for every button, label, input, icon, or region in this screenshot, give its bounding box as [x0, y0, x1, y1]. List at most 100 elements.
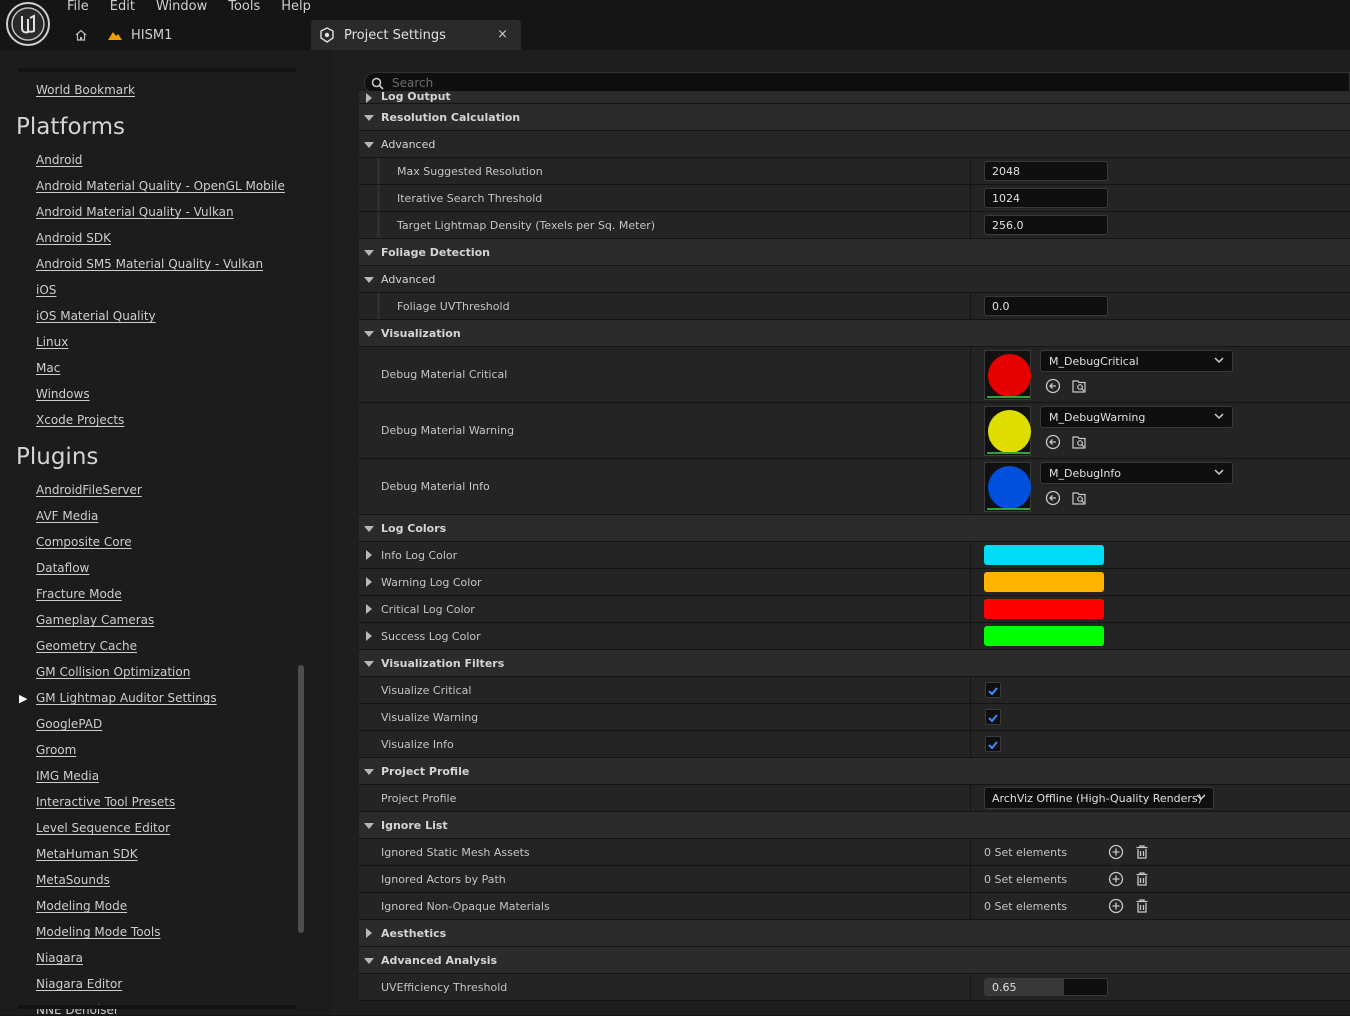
sidebar-item-niagara[interactable]: Niagara: [36, 951, 83, 965]
color-swatch[interactable]: [984, 572, 1104, 592]
foliage-uv-threshold-input[interactable]: 0.0: [984, 296, 1108, 316]
category-project-profile[interactable]: Project Profile: [359, 758, 1350, 785]
sidebar-item-metahuman-sdk[interactable]: MetaHuman SDK: [36, 847, 138, 861]
material-thumbnail[interactable]: [984, 462, 1031, 512]
sidebar-item-gm-collision[interactable]: GM Collision Optimization: [36, 665, 190, 679]
category-ignore-list[interactable]: Ignore List: [359, 812, 1350, 839]
column-splitter[interactable]: [970, 293, 971, 319]
color-swatch[interactable]: [984, 599, 1104, 619]
material-thumbnail[interactable]: [984, 350, 1031, 400]
color-swatch[interactable]: [984, 545, 1104, 565]
material-picker-dropdown[interactable]: M_DebugCritical: [1040, 350, 1233, 372]
unreal-logo-icon[interactable]: [6, 2, 50, 46]
category-visualization-filters[interactable]: Visualization Filters: [359, 650, 1350, 677]
sidebar-item-interactive-tool-presets[interactable]: Interactive Tool Presets: [36, 795, 175, 809]
category-log-colors[interactable]: Log Colors: [359, 515, 1350, 542]
expand-arrow-icon[interactable]: [366, 577, 372, 587]
menu-edit[interactable]: Edit: [110, 0, 135, 14]
home-icon[interactable]: [74, 28, 88, 42]
column-splitter[interactable]: [970, 704, 971, 730]
sidebar-item-ios[interactable]: iOS: [36, 283, 56, 297]
menu-help[interactable]: Help: [281, 0, 311, 14]
column-splitter[interactable]: [970, 569, 971, 595]
sidebar-item-modeling-mode[interactable]: Modeling Mode: [36, 899, 127, 913]
tab-project-settings[interactable]: Project Settings ×: [311, 20, 521, 50]
column-splitter[interactable]: [970, 158, 971, 184]
column-splitter[interactable]: [970, 974, 971, 1000]
add-icon[interactable]: [1108, 898, 1124, 914]
category-log-output[interactable]: Log Output: [359, 91, 1350, 104]
column-splitter[interactable]: [970, 893, 971, 919]
delete-icon[interactable]: [1134, 871, 1150, 887]
expand-arrow-icon[interactable]: [366, 631, 372, 641]
sidebar-item-googlepad[interactable]: GooglePAD: [36, 717, 102, 731]
category-advanced[interactable]: Advanced: [359, 131, 1350, 158]
sidebar-item-world-bookmark[interactable]: World Bookmark: [36, 83, 135, 97]
material-thumbnail[interactable]: [984, 406, 1031, 456]
use-selected-icon[interactable]: [1045, 490, 1061, 506]
sidebar-item-groom[interactable]: Groom: [36, 743, 76, 757]
category-visualization[interactable]: Visualization: [359, 320, 1350, 347]
sidebar-item-gameplay-cameras[interactable]: Gameplay Cameras: [36, 613, 154, 627]
sidebar-item-gm-lightmap-auditor[interactable]: GM Lightmap Auditor Settings: [36, 691, 217, 705]
sidebar-item-android[interactable]: Android: [36, 153, 82, 167]
add-icon[interactable]: [1108, 871, 1124, 887]
column-splitter[interactable]: [970, 212, 971, 238]
visualize-warning-checkbox[interactable]: [985, 709, 1001, 725]
sidebar-item-xcode[interactable]: Xcode Projects: [36, 413, 124, 427]
color-swatch[interactable]: [984, 626, 1104, 646]
material-picker-dropdown[interactable]: M_DebugInfo: [1040, 462, 1233, 484]
browse-icon[interactable]: [1071, 378, 1087, 394]
sidebar-item-mac[interactable]: Mac: [36, 361, 60, 375]
sidebar-item-android-mq-vulkan[interactable]: Android Material Quality - Vulkan: [36, 205, 234, 219]
column-splitter[interactable]: [970, 866, 971, 892]
menu-file[interactable]: File: [67, 0, 89, 14]
sidebar-item-modeling-mode-tools[interactable]: Modeling Mode Tools: [36, 925, 160, 939]
sidebar-item-windows[interactable]: Windows: [36, 387, 90, 401]
column-splitter[interactable]: [970, 731, 971, 757]
expand-arrow-icon[interactable]: [366, 550, 372, 560]
sidebar-item-img-media[interactable]: IMG Media: [36, 769, 99, 783]
max-suggested-resolution-input[interactable]: 2048: [984, 161, 1108, 181]
sidebar-item-android-mq-opengl[interactable]: Android Material Quality - OpenGL Mobile: [36, 179, 285, 193]
column-splitter[interactable]: [970, 185, 971, 211]
use-selected-icon[interactable]: [1045, 378, 1061, 394]
uv-efficiency-slider[interactable]: 0.65: [984, 978, 1108, 996]
delete-icon[interactable]: [1134, 898, 1150, 914]
sidebar-item-avf-media[interactable]: AVF Media: [36, 509, 98, 523]
visualize-info-checkbox[interactable]: [985, 736, 1001, 752]
sidebar-item-linux[interactable]: Linux: [36, 335, 68, 349]
target-lightmap-density-input[interactable]: 256.0: [984, 215, 1108, 235]
delete-icon[interactable]: [1134, 844, 1150, 860]
column-splitter[interactable]: [970, 403, 971, 458]
close-icon[interactable]: ×: [497, 27, 508, 42]
category-advanced-foliage[interactable]: Advanced: [359, 266, 1350, 293]
level-name[interactable]: HISM1: [131, 28, 172, 43]
sidebar-item-android-sm5[interactable]: Android SM5 Material Quality - Vulkan: [36, 257, 263, 271]
sidebar-item-level-sequence-editor[interactable]: Level Sequence Editor: [36, 821, 170, 835]
column-splitter[interactable]: [970, 785, 971, 811]
material-picker-dropdown[interactable]: M_DebugWarning: [1040, 406, 1233, 428]
sidebar-scrollbar[interactable]: [298, 665, 304, 933]
expand-arrow-icon[interactable]: [366, 604, 372, 614]
menu-window[interactable]: Window: [156, 0, 207, 14]
browse-icon[interactable]: [1071, 434, 1087, 450]
sidebar-item-android-sdk[interactable]: Android SDK: [36, 231, 111, 245]
sidebar-item-geometry-cache[interactable]: Geometry Cache: [36, 639, 137, 653]
add-icon[interactable]: [1108, 844, 1124, 860]
sidebar-item-ios-mq[interactable]: iOS Material Quality: [36, 309, 156, 323]
menu-tools[interactable]: Tools: [228, 0, 260, 14]
column-splitter[interactable]: [970, 596, 971, 622]
sidebar-item-composite-core[interactable]: Composite Core: [36, 535, 132, 549]
column-splitter[interactable]: [970, 677, 971, 703]
sidebar-item-niagara-editor[interactable]: Niagara Editor: [36, 977, 122, 991]
sidebar-item-metasounds[interactable]: MetaSounds: [36, 873, 110, 887]
sidebar-item-androidfileserver[interactable]: AndroidFileServer: [36, 483, 142, 497]
project-profile-dropdown[interactable]: ArchViz Offline (High-Quality Renders): [984, 787, 1214, 809]
use-selected-icon[interactable]: [1045, 434, 1061, 450]
column-splitter[interactable]: [970, 839, 971, 865]
column-splitter[interactable]: [970, 542, 971, 568]
category-aesthetics[interactable]: Aesthetics: [359, 920, 1350, 947]
iterative-search-threshold-input[interactable]: 1024: [984, 188, 1108, 208]
column-splitter[interactable]: [970, 623, 971, 649]
